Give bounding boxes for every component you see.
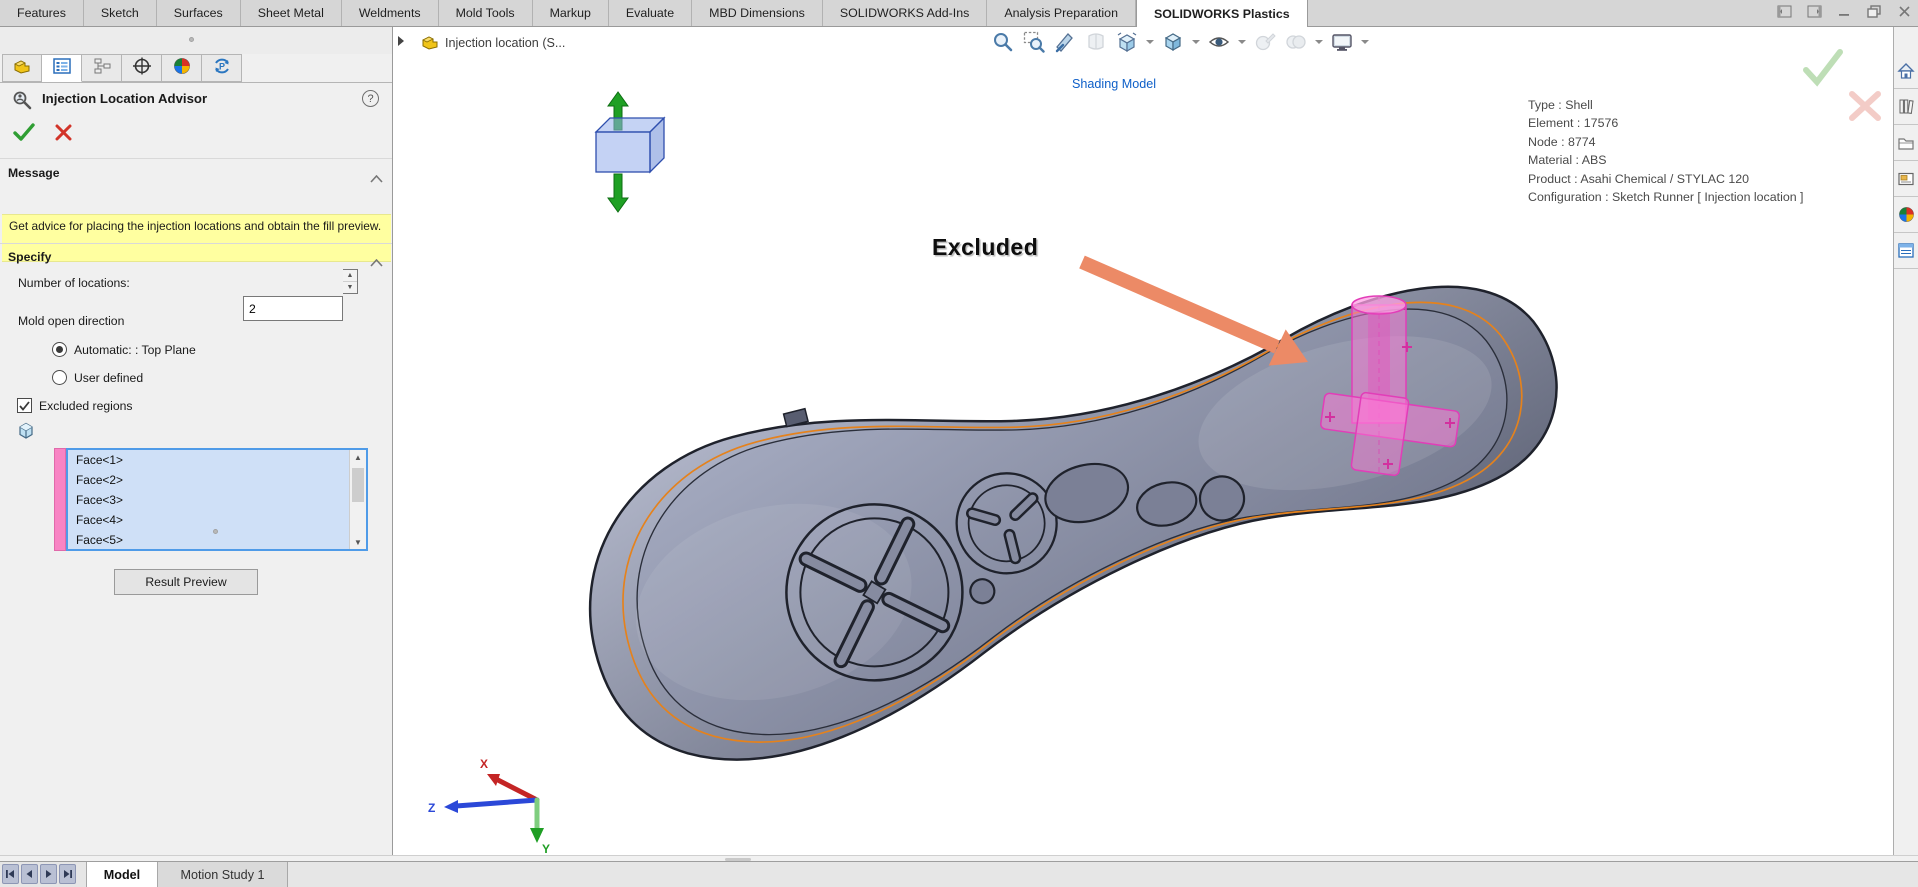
- triad-z-label: Z: [428, 801, 435, 815]
- view-settings-icon[interactable]: [1329, 29, 1355, 55]
- task-pane: [1893, 27, 1918, 855]
- flyout-tree-arrow[interactable]: [398, 36, 404, 46]
- excluded-annotation-label: Excluded: [932, 234, 1039, 260]
- custom-properties-icon[interactable]: [1894, 233, 1918, 269]
- zoom-area-icon[interactable]: [1021, 29, 1047, 55]
- view-orientation-icon[interactable]: [1114, 29, 1140, 55]
- last-study-icon[interactable]: [59, 864, 76, 884]
- mold-direction-cube: [594, 91, 666, 213]
- confirmation-corner[interactable]: [1803, 49, 1881, 121]
- first-study-icon[interactable]: [2, 864, 19, 884]
- appearances-icon[interactable]: [1894, 197, 1918, 233]
- section-view-icon[interactable]: [1052, 29, 1078, 55]
- dropdown-arrow-icon[interactable]: [1361, 40, 1369, 44]
- feature-tree-root-label[interactable]: Injection location (S...: [445, 36, 565, 50]
- info-line-product: Product : Asahi Chemical / STYLAC 120: [1528, 171, 1750, 186]
- excluded-annotation-arrow: [1079, 255, 1308, 366]
- tab-motion-study[interactable]: Motion Study 1: [158, 862, 288, 887]
- study-nav-buttons: [2, 864, 76, 884]
- tab-model[interactable]: Model: [86, 862, 158, 887]
- previous-view-icon: [1083, 29, 1109, 55]
- info-line-element: Element : 17576: [1528, 116, 1619, 131]
- dropdown-arrow-icon[interactable]: [1315, 40, 1323, 44]
- triad-y-label: Y: [542, 842, 550, 856]
- mesh-info-block: Type : Shell Element : 17576 Node : 8774…: [1528, 96, 1804, 206]
- triad-x-label: X: [480, 757, 488, 771]
- dropdown-arrow-icon[interactable]: [1238, 40, 1246, 44]
- edit-appearance-icon: [1252, 29, 1278, 55]
- design-library-icon[interactable]: [1894, 89, 1918, 125]
- heads-up-toolbar: [990, 29, 1370, 55]
- info-line-configuration: Configuration : Sketch Runner [ Injectio…: [1528, 190, 1804, 205]
- shading-model-label[interactable]: Shading Model: [1072, 77, 1156, 91]
- corner-cancel-icon: [1849, 91, 1881, 121]
- file-explorer-icon[interactable]: [1894, 125, 1918, 161]
- display-style-icon[interactable]: [1160, 29, 1186, 55]
- corner-ok-icon: [1803, 49, 1843, 87]
- zoom-fit-icon[interactable]: [990, 29, 1016, 55]
- previous-study-icon[interactable]: [21, 864, 38, 884]
- dropdown-arrow-icon[interactable]: [1192, 40, 1200, 44]
- dropdown-arrow-icon[interactable]: [1146, 40, 1154, 44]
- apply-scene-icon: [1283, 29, 1309, 55]
- hide-show-items-icon[interactable]: [1206, 29, 1232, 55]
- info-line-node: Node : 8774: [1528, 134, 1596, 149]
- view-palette-icon[interactable]: [1894, 161, 1918, 197]
- part-icon: [420, 33, 440, 56]
- sole-model: [588, 285, 1558, 761]
- home-icon[interactable]: [1894, 53, 1918, 89]
- bottom-tab-bar: Model Motion Study 1: [0, 861, 1918, 887]
- next-study-icon[interactable]: [40, 864, 57, 884]
- orientation-triad: X Z Y: [428, 757, 550, 856]
- info-line-type: Type : Shell: [1528, 98, 1593, 112]
- info-line-material: Material : ABS: [1528, 153, 1607, 168]
